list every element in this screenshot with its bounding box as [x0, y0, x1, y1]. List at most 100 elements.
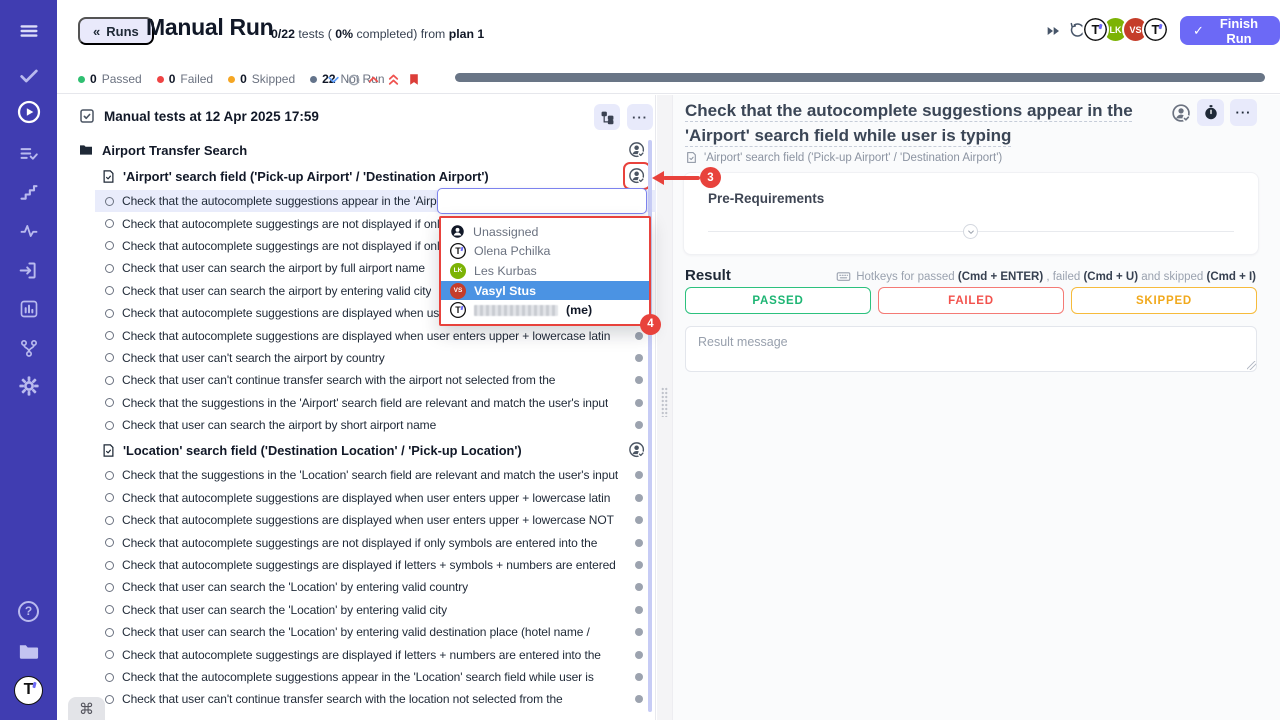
- assignee-list: Unassigned T Olena Pchilka LK Les Kurbas…: [441, 218, 649, 324]
- command-palette-button[interactable]: ⌘: [68, 697, 105, 720]
- test-status-circle-icon: [105, 421, 114, 430]
- not-run-dot[interactable]: [635, 516, 643, 524]
- tree-test-row[interactable]: Check that user can search the airport b…: [57, 414, 656, 436]
- not-run-dot[interactable]: [635, 583, 643, 591]
- not-run-dot[interactable]: [635, 628, 643, 636]
- not-run-dot[interactable]: [635, 376, 643, 384]
- stopwatch-button[interactable]: [1197, 99, 1224, 126]
- priority-highest-icon[interactable]: [385, 71, 402, 88]
- tree-test-row[interactable]: Check that autocomplete suggestings are …: [57, 643, 656, 665]
- not-run-dot[interactable]: [635, 695, 643, 703]
- not-run-dot[interactable]: [635, 332, 643, 340]
- not-run-dot[interactable]: [635, 421, 643, 429]
- collapse-toggle-icon[interactable]: [963, 224, 978, 239]
- tree-test-row[interactable]: Check that user can search the 'Location…: [57, 599, 656, 621]
- not-run-dot[interactable]: [635, 673, 643, 681]
- assignee-option[interactable]: T (me): [441, 300, 649, 320]
- runs-play-icon[interactable]: [14, 97, 44, 127]
- tree-test-row[interactable]: Check that the suggestions in the 'Locat…: [57, 464, 656, 486]
- test-status-circle-icon: [105, 398, 114, 407]
- tests-check-icon[interactable]: [14, 61, 44, 91]
- panel-resize-handle[interactable]: [661, 387, 668, 417]
- hotkeys-hint: Hotkeys for passed (Cmd + ENTER) , faile…: [836, 269, 1256, 284]
- annotation-step-4: 4: [640, 314, 661, 335]
- status-dot: [78, 76, 85, 83]
- activity-pulse-icon[interactable]: [14, 216, 44, 246]
- app-logo[interactable]: T: [14, 675, 44, 705]
- help-icon[interactable]: ?: [14, 596, 44, 626]
- chevron-down-icon[interactable]: [325, 71, 342, 88]
- assign-user-icon[interactable]: [1171, 103, 1192, 129]
- test-status-circle-icon: [105, 286, 114, 295]
- priority-high-icon[interactable]: [365, 71, 382, 88]
- assign-user-icon[interactable]: [628, 441, 646, 459]
- finish-run-button[interactable]: ✓Finish Run: [1180, 16, 1280, 45]
- import-icon[interactable]: [14, 255, 44, 285]
- back-to-runs-label: Runs: [106, 24, 139, 39]
- tree-test-row[interactable]: Check that autocomplete suggestions are …: [57, 487, 656, 509]
- pre-requirements-card: Pre-Requirements: [683, 172, 1259, 255]
- not-run-dot[interactable]: [635, 399, 643, 407]
- tree-test-row[interactable]: Check that user can't search the airport…: [57, 347, 656, 369]
- document-icon: [685, 151, 698, 164]
- not-run-dot[interactable]: [635, 561, 643, 569]
- folder-icon: [78, 142, 94, 158]
- test-more-button[interactable]: ···: [1230, 99, 1257, 126]
- assignee-option[interactable]: VS Vasyl Stus: [441, 281, 649, 301]
- tree-test-row[interactable]: Check that user can't continue transfer …: [57, 369, 656, 391]
- assign-user-icon[interactable]: [628, 167, 646, 185]
- person-icon: [450, 224, 465, 239]
- failed-button[interactable]: FAILED: [878, 287, 1064, 314]
- assignee-search-input[interactable]: [437, 188, 647, 214]
- tree-folder-row[interactable]: Airport Transfer Search: [57, 138, 656, 162]
- bookmark-icon[interactable]: [405, 71, 422, 88]
- fast-forward-icon[interactable]: [1045, 23, 1061, 44]
- test-status-circle-icon: [105, 605, 114, 614]
- tree-test-row[interactable]: Check that autocomplete suggestions are …: [57, 509, 656, 531]
- suite-label: 'Location' search field ('Destination Lo…: [123, 443, 522, 458]
- plan-link[interactable]: plan 1: [449, 27, 485, 41]
- test-label: Check that user can search the 'Location…: [122, 625, 590, 639]
- tree-test-row[interactable]: Check that the suggestions in the 'Airpo…: [57, 392, 656, 414]
- tree-structure-button[interactable]: [594, 104, 620, 130]
- assign-user-icon[interactable]: [628, 141, 646, 159]
- tree-test-row[interactable]: Check that autocomplete suggestions are …: [57, 324, 656, 346]
- circle-priority-icon[interactable]: [345, 71, 362, 88]
- not-run-dot[interactable]: [635, 354, 643, 362]
- projects-folder-icon[interactable]: [14, 636, 44, 666]
- settings-gear-icon[interactable]: [14, 371, 44, 401]
- tree-test-row[interactable]: Check that user can search the 'Location…: [57, 621, 656, 643]
- assignee-option[interactable]: T Olena Pchilka: [441, 242, 649, 262]
- tree-test-row[interactable]: Check that user can search the 'Location…: [57, 576, 656, 598]
- passed-button[interactable]: PASSED: [685, 287, 871, 314]
- not-run-dot[interactable]: [635, 471, 643, 479]
- result-message-input[interactable]: [685, 326, 1257, 372]
- not-run-dot[interactable]: [635, 651, 643, 659]
- tree-test-row[interactable]: Check that user can't continue transfer …: [57, 688, 656, 710]
- tree-suite-row[interactable]: 'Location' search field ('Destination Lo…: [57, 436, 656, 464]
- not-run-dot[interactable]: [635, 539, 643, 547]
- menu-icon[interactable]: [14, 16, 44, 46]
- back-to-runs-button[interactable]: «Runs: [78, 17, 154, 45]
- steps-icon[interactable]: [14, 177, 44, 207]
- skipped-button[interactable]: SKIPPED: [1071, 287, 1257, 314]
- tree-more-button[interactable]: ···: [627, 104, 653, 130]
- tree-test-row[interactable]: Check that autocomplete suggestings are …: [57, 554, 656, 576]
- tree-test-row[interactable]: Check that the autocomplete suggestions …: [57, 666, 656, 688]
- assignee-option-unassigned[interactable]: Unassigned: [441, 222, 649, 242]
- assignee-option[interactable]: LK Les Kurbas: [441, 261, 649, 281]
- suite-label: 'Airport' search field ('Pick-up Airport…: [123, 169, 489, 184]
- test-status-circle-icon: [105, 538, 114, 547]
- avatar-logo[interactable]: T: [1082, 16, 1109, 43]
- tree-suite-row[interactable]: 'Airport' search field ('Pick-up Airport…: [57, 162, 656, 190]
- not-run-dot[interactable]: [635, 494, 643, 502]
- status-dot: [157, 76, 164, 83]
- tree-test-row[interactable]: Check that autocomplete suggestings are …: [57, 531, 656, 553]
- not-run-dot[interactable]: [635, 606, 643, 614]
- avatar-logo[interactable]: T: [1142, 16, 1169, 43]
- run-assignee-avatars[interactable]: TLKVST: [1089, 16, 1169, 43]
- reports-chart-icon[interactable]: [14, 294, 44, 324]
- branch-icon[interactable]: [14, 333, 44, 363]
- plans-list-check-icon[interactable]: [14, 138, 44, 168]
- test-title[interactable]: Check that the autocomplete suggestions …: [685, 98, 1167, 148]
